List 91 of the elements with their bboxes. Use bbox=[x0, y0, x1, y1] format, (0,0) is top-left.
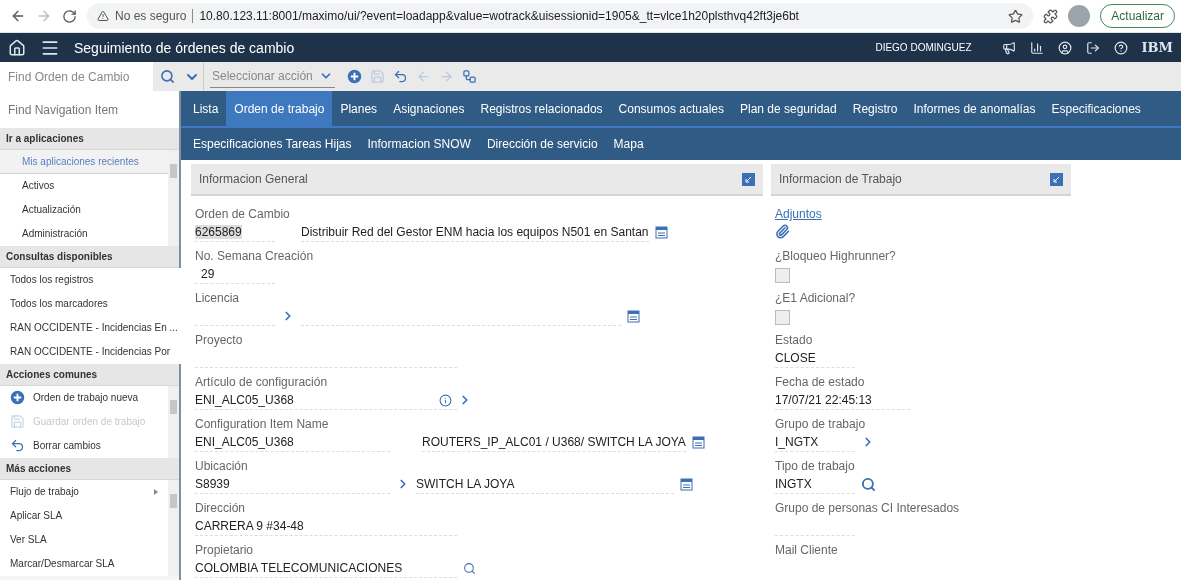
field-label: Propietario bbox=[195, 543, 255, 558]
notepad-icon[interactable] bbox=[627, 309, 640, 323]
puzzle-icon[interactable] bbox=[1043, 8, 1059, 24]
user-name: DIEGO DOMINGUEZ bbox=[875, 42, 972, 53]
field-label: Orden de Cambio bbox=[195, 207, 291, 222]
value-field[interactable]: 29 bbox=[195, 264, 275, 284]
notepad-icon[interactable] bbox=[654, 225, 668, 239]
tab[interactable]: Registro bbox=[844, 91, 906, 126]
warning-icon bbox=[97, 10, 109, 22]
user-icon[interactable] bbox=[1057, 40, 1072, 55]
description-field[interactable]: ROUTERS_IP_ALC01 / U368/ SWITCH LA JOYA bbox=[422, 432, 686, 452]
scrollbar[interactable] bbox=[168, 386, 179, 458]
tab[interactable]: Planes bbox=[332, 91, 386, 126]
panel-title: Informacion de Trabajo bbox=[779, 172, 902, 186]
security-label: No es seguro bbox=[115, 9, 187, 23]
field-label: Configuration Item Name bbox=[195, 417, 330, 432]
reload-icon[interactable] bbox=[62, 8, 77, 24]
notepad-icon[interactable] bbox=[691, 435, 705, 449]
description-field[interactable]: Distribuir Red del Gestor ENM hacia los equipos N501 en Santan bbox=[301, 222, 649, 242]
section-header: Consultas disponibles bbox=[0, 246, 179, 268]
field-label: Artículo de configuración bbox=[195, 375, 329, 390]
checkbox[interactable] bbox=[775, 268, 790, 283]
field-label: Grupo de personas CI Interesados bbox=[775, 501, 961, 516]
logout-icon[interactable] bbox=[1085, 40, 1100, 55]
back-icon[interactable] bbox=[10, 8, 26, 24]
url-text: 10.80.123.11:8001/maximo/ui/?event=loadapp&value=wotrack&uisessionid=1905&_tt=vlce1h20plsthvq42ft3je6bt bbox=[199, 9, 800, 23]
value-field[interactable]: ENI_ALC05_U368 bbox=[195, 432, 390, 452]
panel-title: Informacion General bbox=[199, 172, 308, 186]
attachments-link[interactable]: Adjuntos bbox=[775, 207, 1067, 222]
field-label: Fecha de estado bbox=[775, 375, 866, 390]
value-field[interactable]: I_NGTX bbox=[775, 432, 855, 452]
tab[interactable]: Consumos actuales bbox=[610, 91, 732, 126]
help-icon[interactable] bbox=[1113, 40, 1128, 55]
checkbox[interactable] bbox=[775, 310, 790, 325]
tab[interactable]: Orden de trabajo bbox=[226, 91, 333, 126]
value-field[interactable]: INGTX bbox=[775, 474, 855, 494]
tab[interactable]: Lista bbox=[185, 91, 227, 126]
value-field[interactable]: S8939 bbox=[195, 474, 390, 494]
tab[interactable]: Asignaciones bbox=[385, 91, 473, 126]
sidebar-item[interactable]: Mis aplicaciones recientes bbox=[0, 150, 168, 174]
value-field[interactable]: ENI_ALC05_U368 bbox=[195, 390, 457, 410]
search-icon[interactable] bbox=[159, 69, 175, 84]
field-label: Tipo de trabajo bbox=[775, 459, 856, 474]
description-field[interactable]: SWITCH LA JOYA bbox=[416, 474, 674, 494]
search-icon[interactable] bbox=[463, 561, 476, 575]
search-icon[interactable] bbox=[861, 476, 876, 492]
brand-logo: IBM bbox=[1141, 40, 1173, 55]
field-label: Grupo de trabajo bbox=[775, 417, 867, 432]
tab[interactable]: Dirección de servicio bbox=[478, 128, 606, 160]
home-icon[interactable] bbox=[8, 38, 26, 57]
field-label: Mail Cliente bbox=[775, 543, 839, 558]
app-title: Seguimiento de órdenes de cambio bbox=[74, 39, 296, 56]
field-label: Estado bbox=[775, 333, 814, 348]
update-button[interactable]: Actualizar bbox=[1100, 4, 1175, 28]
star-icon[interactable] bbox=[1008, 8, 1024, 24]
field-label: Proyecto bbox=[195, 333, 244, 348]
value-field[interactable]: CLOSE bbox=[775, 348, 855, 368]
field-label: ¿Bloqueo Highrunner? bbox=[775, 249, 897, 264]
field-label: Licencia bbox=[195, 291, 241, 306]
value-field[interactable]: CARRERA 9 #34-48 bbox=[195, 516, 457, 536]
bar-chart-icon[interactable] bbox=[1029, 40, 1044, 55]
tab[interactable]: Registros relacionados bbox=[472, 91, 611, 126]
collapse-icon[interactable] bbox=[742, 172, 755, 186]
scrollbar[interactable] bbox=[168, 480, 179, 576]
search-field[interactable]: Find Orden de Cambio bbox=[0, 62, 153, 91]
undo-icon bbox=[10, 438, 25, 453]
info-icon[interactable] bbox=[439, 393, 452, 407]
add-icon bbox=[10, 390, 25, 405]
field-label: No. Semana Creación bbox=[195, 249, 315, 264]
tab[interactable]: Informacion SNOW bbox=[359, 128, 479, 160]
address-bar[interactable]: No es seguro 10.80.123.11:8001/maximo/ui/?event=loadapp&value=wotrack&uisessionid=1905&_tt=vlce1h20plsthvq42ft3je6bt bbox=[87, 3, 1034, 29]
notepad-icon[interactable] bbox=[680, 477, 693, 491]
section-header: Ir a aplicaciones bbox=[0, 128, 179, 150]
tab[interactable]: Especificaciones Tareas Hijas bbox=[185, 128, 360, 160]
tab[interactable]: Mapa bbox=[605, 128, 652, 160]
value-field[interactable]: 17/07/21 22:45:13 bbox=[775, 390, 910, 410]
value-field[interactable]: COLOMBIA TELECOMUNICACIONES bbox=[195, 558, 457, 578]
save-icon bbox=[10, 414, 25, 429]
collapse-icon[interactable] bbox=[1050, 172, 1063, 186]
value-field[interactable]: 6265869 bbox=[195, 222, 275, 242]
megaphone-icon[interactable] bbox=[1001, 40, 1016, 55]
section-header: Más acciones bbox=[0, 458, 179, 480]
tab[interactable]: Plan de seguridad bbox=[731, 91, 845, 126]
tab[interactable]: Informes de anomalías bbox=[905, 91, 1044, 126]
scrollbar[interactable] bbox=[168, 150, 179, 246]
tab[interactable]: Especificaciones bbox=[1043, 91, 1149, 126]
navigation-search-field[interactable]: Find Navigation Item bbox=[0, 91, 179, 128]
field-label: ¿E1 Adicional? bbox=[775, 291, 857, 306]
section-header: Acciones comunes bbox=[0, 364, 179, 386]
field-label: Dirección bbox=[195, 501, 246, 516]
field-label: Ubicación bbox=[195, 459, 249, 474]
